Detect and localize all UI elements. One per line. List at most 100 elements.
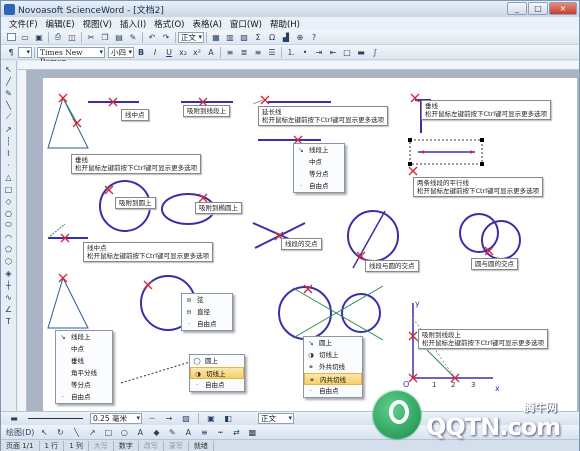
menu-item-midpoint[interactable]: 中点	[294, 156, 344, 168]
vector-tool-icon[interactable]: ↗	[3, 124, 14, 134]
menu-table[interactable]: 表格(A)	[188, 18, 225, 30]
ray-tool-icon[interactable]: ⟋	[3, 112, 14, 122]
menu-format[interactable]: 格式(O)	[150, 18, 188, 30]
format-painter-icon[interactable]: ✎	[127, 32, 139, 43]
polygon-tool-icon[interactable]: ◈	[3, 268, 14, 278]
style-dropdown[interactable]	[18, 46, 32, 58]
textbox-icon[interactable]: A	[134, 427, 146, 438]
ellipse-tool-icon[interactable]: ⬭	[3, 220, 14, 230]
line-tool-icon[interactable]: ╱	[3, 76, 14, 86]
indent-icon[interactable]: ⇥	[313, 47, 325, 58]
menu-item-angle-bisector[interactable]: 角平分线	[56, 367, 112, 379]
circle-tool-icon[interactable]: ○	[3, 208, 14, 218]
midpoint-line-figure[interactable]	[47, 223, 88, 243]
chart-icon[interactable]: ▟	[280, 32, 292, 43]
pen-tool-icon[interactable]: ✎	[3, 88, 14, 98]
document-area[interactable]: y x O 1 2 3 线中点 吸附到线段上 延长线 松开鼠标左键前按下Ctrl…	[27, 70, 579, 411]
menu-item-chord[interactable]: ⊘ 弦	[182, 294, 232, 306]
rectangle-tool-icon[interactable]: □	[3, 184, 14, 194]
color-swatch-icon[interactable]: ▬	[8, 413, 20, 424]
segment-midpoint-figure[interactable]	[88, 97, 139, 107]
print-preview-icon[interactable]: ◫	[66, 32, 78, 43]
line-icon[interactable]: ╲	[70, 427, 82, 438]
font-size-combo[interactable]: 小四	[108, 46, 134, 58]
menu-item-midpoint[interactable]: 中点	[56, 343, 112, 355]
save-icon[interactable]: ▣	[33, 32, 45, 43]
rotate-icon[interactable]: ↻	[54, 427, 66, 438]
menu-item-divide[interactable]: 等分点	[294, 168, 344, 180]
border-icon[interactable]: □	[341, 47, 353, 58]
menu-item-free-point[interactable]: · 自由点	[182, 318, 232, 330]
open-folder-icon[interactable]: ▭	[19, 32, 31, 43]
circle-circle-intersection-figure[interactable]	[459, 213, 521, 260]
maximize-button[interactable]: □	[528, 2, 548, 15]
font-combo[interactable]: Times New Roman	[37, 46, 105, 66]
pen-color-icon[interactable]: ✎	[166, 427, 178, 438]
formula-icon[interactable]: Σ	[252, 32, 264, 43]
arrow-style-icon[interactable]: →	[163, 413, 175, 424]
menu-help[interactable]: 帮助(H)	[266, 18, 304, 30]
outdent-icon[interactable]: ⇤	[327, 47, 339, 58]
extension-line-figure[interactable]	[252, 95, 331, 105]
menu-item-free-point[interactable]: · 自由点	[304, 385, 362, 397]
select-arrow-icon[interactable]: ↖	[38, 427, 50, 438]
angle-options-figure[interactable]	[47, 273, 89, 329]
menu-view[interactable]: 视图(V)	[79, 18, 116, 30]
function-tool-icon[interactable]: ∿	[3, 292, 14, 302]
menu-item-on-circle[interactable]: ◯ 圆上	[190, 355, 244, 367]
menu-item-diameter[interactable]: ⊖ 直径	[182, 306, 232, 318]
underline-button[interactable]: U	[163, 47, 175, 58]
triangle-figure[interactable]	[47, 93, 89, 149]
tangent-options-figure[interactable]	[120, 360, 194, 384]
shadow-icon[interactable]: ▩	[246, 427, 258, 438]
minimize-button[interactable]: _	[507, 2, 527, 15]
bullets-icon[interactable]: •	[299, 47, 311, 58]
arrow-icon[interactable]: ↗	[86, 427, 98, 438]
paste-icon[interactable]: ▤	[113, 32, 125, 43]
ellipse-icon[interactable]: ○	[118, 427, 130, 438]
menu-item-free-point[interactable]: · 自由点	[294, 180, 344, 192]
coordinate-tool-icon[interactable]: ┼	[3, 280, 14, 290]
line-weight-icon[interactable]: ≡	[198, 427, 210, 438]
document-page[interactable]: y x O 1 2 3 线中点 吸附到线段上 延长线 松开鼠标左键前按下Ctrl…	[43, 78, 577, 411]
parallel-lines-figure[interactable]	[408, 138, 484, 176]
picture-icon[interactable]: ▨	[238, 32, 250, 43]
menu-item-free-point[interactable]: · 自由点	[190, 379, 244, 391]
font-color-icon[interactable]: A	[182, 427, 194, 438]
polyline-icon[interactable]: ⌇	[3, 148, 14, 158]
pentagon-tool-icon[interactable]: ⬠	[3, 244, 14, 254]
align-center-icon[interactable]: ≣	[238, 47, 250, 58]
help-icon[interactable]: ?	[308, 32, 320, 43]
triangle-tool-icon[interactable]: △	[3, 172, 14, 182]
new-document-icon[interactable]	[5, 32, 17, 43]
menu-file[interactable]: 文件(F)	[5, 18, 42, 30]
menu-item-divide[interactable]: 等分点	[56, 379, 112, 391]
dash-style-icon[interactable]: ┅	[214, 427, 226, 438]
menu-item-free-point[interactable]: · 自由点	[56, 391, 112, 403]
style-icon[interactable]: ¶	[5, 47, 17, 58]
align-right-icon[interactable]: ≡	[252, 47, 264, 58]
columns-icon[interactable]: ▥	[224, 32, 236, 43]
menu-item-perpendicular[interactable]: 垂线	[56, 355, 112, 367]
menu-item-on-circle[interactable]: ↘ 圆上	[304, 337, 362, 349]
point-tool-icon[interactable]: ·	[3, 160, 14, 170]
arc-tool-icon[interactable]: ◠	[3, 232, 14, 242]
table-icon[interactable]: ▦	[210, 32, 222, 43]
select-arrow-icon[interactable]: ↖	[3, 64, 14, 74]
bold-button[interactable]: B	[135, 47, 147, 58]
redo-icon[interactable]: ↷	[160, 32, 172, 43]
common-tangent-figure[interactable]	[278, 284, 384, 341]
menu-insert[interactable]: 插入(I)	[116, 18, 150, 30]
hexagon-tool-icon[interactable]: ⬡	[3, 256, 14, 266]
arrow-style-icon[interactable]: ⇄	[230, 427, 242, 438]
segment-tool-icon[interactable]: ╲	[3, 100, 14, 110]
undo-icon[interactable]: ↶	[146, 32, 158, 43]
math-icon[interactable]: ∫	[369, 47, 381, 58]
bottom-style-combo[interactable]: 正文	[258, 413, 294, 424]
cut-icon[interactable]: ✂	[85, 32, 97, 43]
style-combo[interactable]: 正文	[178, 31, 204, 43]
vertical-ruler[interactable]	[18, 70, 27, 411]
draw-menu-button[interactable]: 绘图(D)	[6, 427, 34, 438]
highlight-icon[interactable]: ▬	[355, 47, 367, 58]
order-icon[interactable]: ◧	[222, 413, 234, 424]
